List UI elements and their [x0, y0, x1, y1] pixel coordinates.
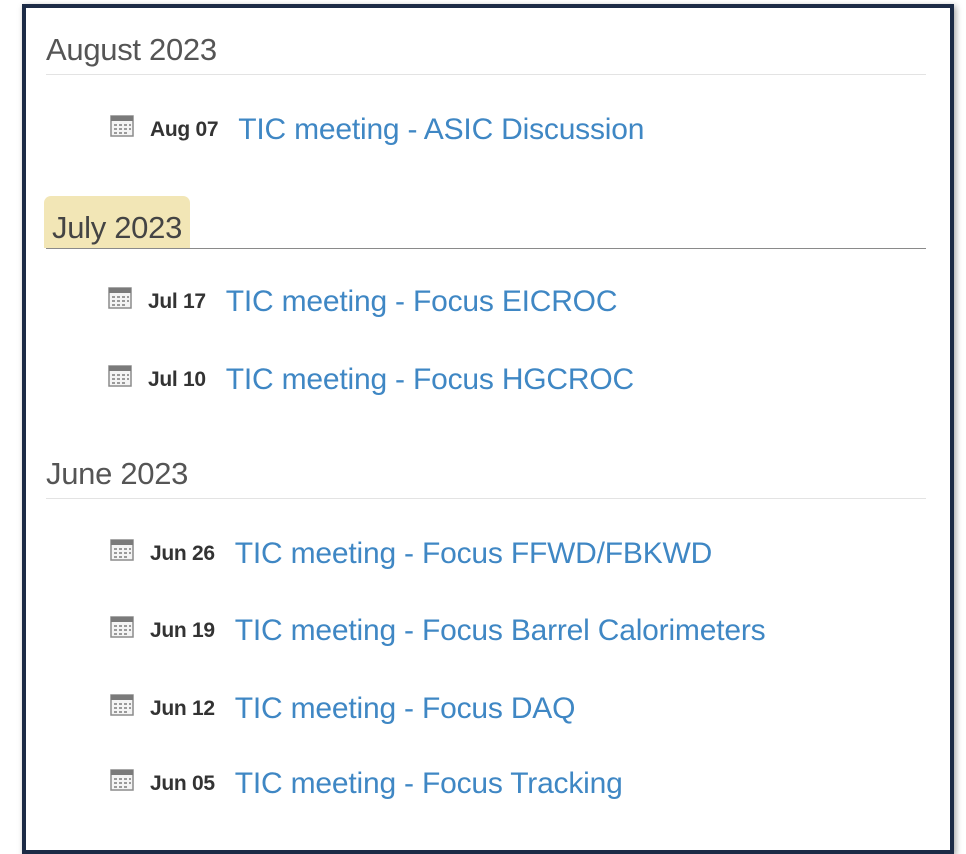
event-row: Jun 19 TIC meeting - Focus Barrel Calori…: [110, 611, 766, 651]
event-date: Jul 17: [148, 290, 206, 313]
month-label-highlighted: July 2023: [44, 196, 191, 248]
event-link[interactable]: TIC meeting - Focus Tracking: [235, 767, 623, 801]
calendar-icon: [110, 767, 134, 791]
event-row: Jun 26 TIC meeting - Focus FFWD/FBKWD: [110, 534, 712, 574]
calendar-icon: [110, 537, 134, 561]
event-link[interactable]: TIC meeting - Focus DAQ: [235, 692, 576, 726]
event-link[interactable]: TIC meeting - Focus Barrel Calorimeters: [235, 614, 766, 648]
event-row: Aug 07 TIC meeting - ASIC Discussion: [110, 110, 644, 150]
calendar-icon: [110, 692, 134, 716]
event-list-panel: August 2023 Aug 07 TIC meeting - ASIC Di…: [22, 4, 954, 854]
month-header-june-2023: June 2023: [46, 454, 926, 499]
event-date: Jul 10: [148, 368, 206, 391]
event-link[interactable]: TIC meeting - Focus HGCROC: [226, 363, 634, 397]
event-link[interactable]: TIC meeting - Focus FFWD/FBKWD: [235, 537, 713, 571]
event-row: Jun 12 TIC meeting - Focus DAQ: [110, 689, 575, 729]
event-date: Jun 12: [150, 697, 215, 720]
event-row: Jun 05 TIC meeting - Focus Tracking: [110, 764, 623, 804]
event-date: Jun 05: [150, 772, 215, 795]
event-row: Jul 17 TIC meeting - Focus EICROC: [108, 282, 617, 322]
month-header-july-2023: July 2023: [44, 196, 926, 249]
calendar-icon: [108, 363, 132, 387]
calendar-icon: [110, 614, 134, 638]
month-header-august-2023: August 2023: [46, 30, 926, 75]
event-link[interactable]: TIC meeting - ASIC Discussion: [238, 113, 644, 147]
event-date: Jun 19: [150, 619, 215, 642]
event-link[interactable]: TIC meeting - Focus EICROC: [226, 285, 618, 319]
event-date: Aug 07: [150, 118, 219, 141]
calendar-icon: [108, 285, 132, 309]
month-label: August 2023: [46, 32, 217, 67]
event-date: Jun 26: [150, 542, 215, 565]
event-row: Jul 10 TIC meeting - Focus HGCROC: [108, 360, 634, 400]
calendar-icon: [110, 113, 134, 137]
month-label: June 2023: [46, 456, 189, 491]
